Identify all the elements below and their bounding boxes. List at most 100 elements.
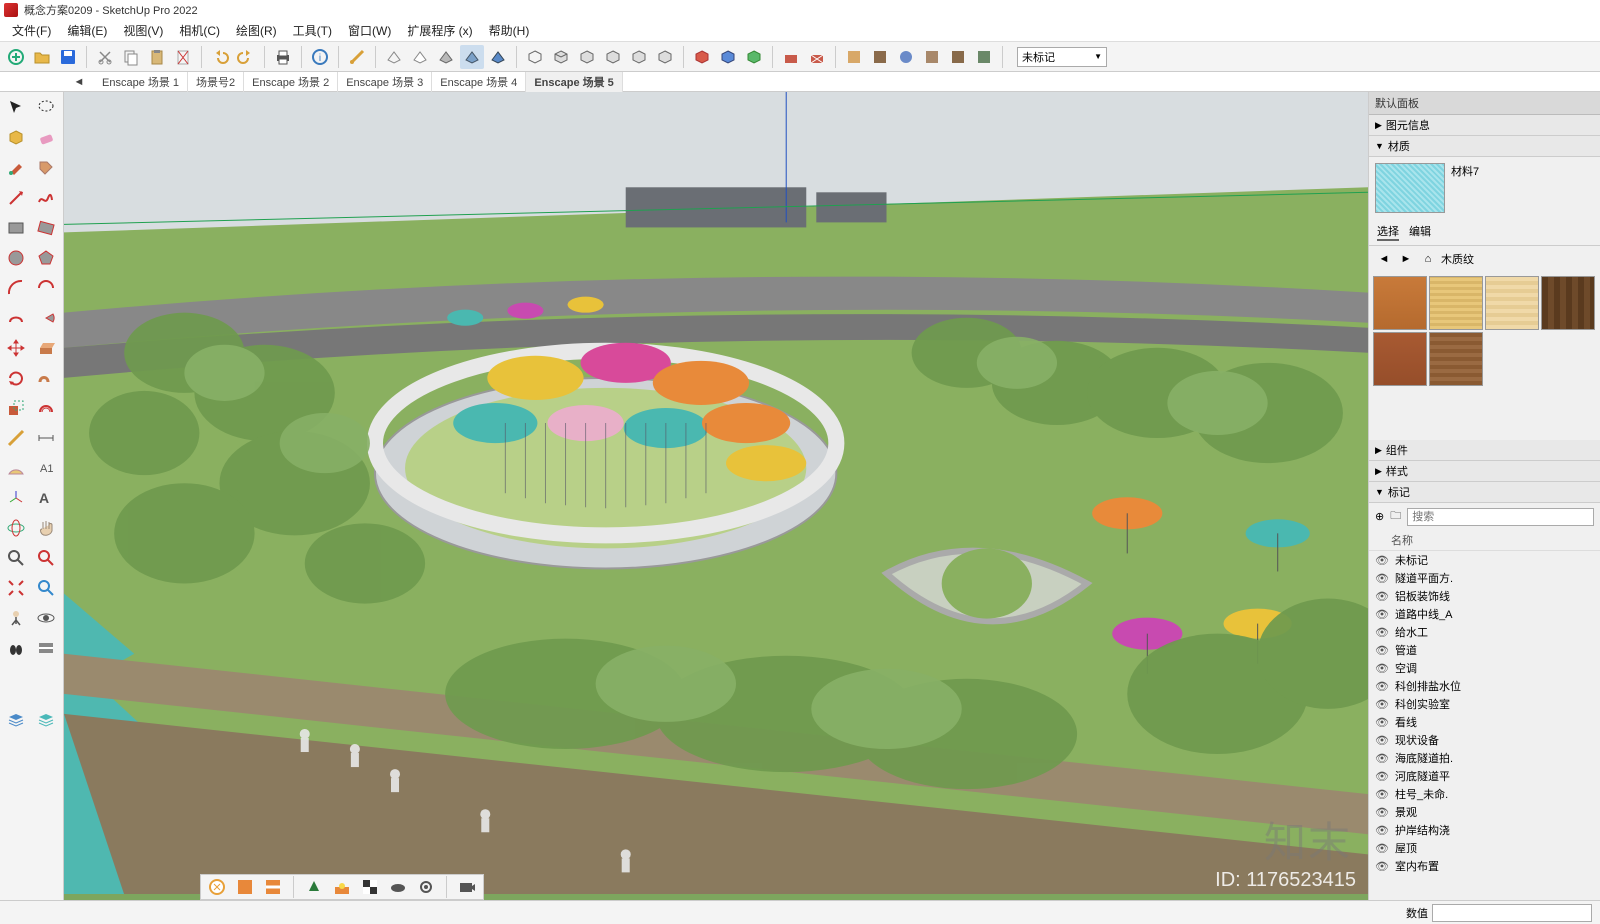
view-top-button[interactable]	[549, 45, 573, 69]
style-wireframe-button[interactable]	[382, 45, 406, 69]
material-tile[interactable]	[1373, 276, 1427, 330]
tag-tool[interactable]	[32, 154, 60, 182]
scene-tab-1[interactable]: Enscape 场景 1	[94, 72, 188, 92]
tag-row[interactable]: 👁给水工	[1369, 623, 1600, 641]
view-right-button[interactable]	[601, 45, 625, 69]
mat-category[interactable]: 木质纹	[1441, 251, 1594, 267]
3dtext-tool[interactable]: A	[32, 484, 60, 512]
tape-tool[interactable]	[2, 424, 30, 452]
polygon-tool[interactable]	[32, 244, 60, 272]
visibility-icon[interactable]: 👁	[1375, 734, 1389, 747]
text-tool[interactable]: A1	[32, 454, 60, 482]
tag-row[interactable]: 👁科创实验室	[1369, 695, 1600, 713]
ext-tree-icon[interactable]	[302, 875, 326, 899]
ext-camera-icon[interactable]	[455, 875, 479, 899]
mat-back-icon[interactable]: ◄	[1375, 250, 1393, 268]
scene-tab-5[interactable]: Enscape 场景 4	[432, 72, 526, 92]
ext-3-button[interactable]	[894, 45, 918, 69]
position-camera-tool[interactable]	[2, 604, 30, 632]
menu-extensions[interactable]: 扩展程序 (x)	[399, 20, 480, 41]
axes-tool[interactable]	[2, 484, 30, 512]
ext-gear-icon[interactable]	[414, 875, 438, 899]
style-shaded-textures-button[interactable]	[460, 45, 484, 69]
tag-row[interactable]: 👁铝板装饰线	[1369, 587, 1600, 605]
tag-row[interactable]: 👁空调	[1369, 659, 1600, 677]
enscape-icon[interactable]	[205, 875, 229, 899]
scene-prev-button[interactable]: ◄	[70, 74, 88, 90]
circle-tool[interactable]	[2, 244, 30, 272]
previous-view-tool[interactable]	[32, 574, 60, 602]
tag-row[interactable]: 👁室内布置	[1369, 857, 1600, 875]
ext-5-button[interactable]	[946, 45, 970, 69]
components-header[interactable]: ▶组件	[1369, 440, 1600, 461]
visibility-icon[interactable]: 👁	[1375, 806, 1389, 819]
select-tool[interactable]	[2, 94, 30, 122]
visibility-icon[interactable]: 👁	[1375, 788, 1389, 801]
menu-tools[interactable]: 工具(T)	[285, 20, 340, 41]
component-red-button[interactable]	[690, 45, 714, 69]
followme-tool[interactable]	[32, 364, 60, 392]
save-button[interactable]	[56, 45, 80, 69]
tag-row[interactable]: 👁科创排盐水位	[1369, 677, 1600, 695]
menu-edit[interactable]: 编辑(E)	[59, 20, 115, 41]
style-monochrome-button[interactable]	[486, 45, 510, 69]
undo-button[interactable]	[208, 45, 232, 69]
ext-1-button[interactable]	[842, 45, 866, 69]
entity-info-header[interactable]: ▶图元信息	[1369, 115, 1600, 136]
visibility-icon[interactable]: 👁	[1375, 770, 1389, 783]
ext-6-button[interactable]	[972, 45, 996, 69]
ext-sun-icon[interactable]	[330, 875, 354, 899]
tags-header[interactable]: ▼标记	[1369, 482, 1600, 503]
tag-row[interactable]: 👁未标记	[1369, 551, 1600, 569]
mat-fwd-icon[interactable]: ►	[1397, 250, 1415, 268]
view-back-button[interactable]	[627, 45, 651, 69]
tag-row[interactable]: 👁看线	[1369, 713, 1600, 731]
look-around-tool[interactable]	[32, 604, 60, 632]
protractor-tool[interactable]	[2, 454, 30, 482]
arc-tool[interactable]	[2, 274, 30, 302]
tag-folder-icon[interactable]: 🗀	[1390, 507, 1401, 526]
visibility-icon[interactable]: 👁	[1375, 608, 1389, 621]
dimension-tool[interactable]	[32, 424, 60, 452]
style-hidden-button[interactable]	[408, 45, 432, 69]
print-button[interactable]	[271, 45, 295, 69]
delete-button[interactable]	[171, 45, 195, 69]
section-tool[interactable]	[32, 634, 60, 662]
menu-file[interactable]: 文件(F)	[4, 20, 59, 41]
visibility-icon[interactable]: 👁	[1375, 824, 1389, 837]
walk-tool[interactable]	[2, 634, 30, 662]
visibility-icon[interactable]: 👁	[1375, 626, 1389, 639]
menu-camera[interactable]: 相机(C)	[171, 20, 228, 41]
tag-row[interactable]: 👁河底隧道平	[1369, 767, 1600, 785]
ext-orange-icon[interactable]	[233, 875, 257, 899]
scene-tab-3[interactable]: Enscape 场景 2	[244, 72, 338, 92]
line-tool[interactable]	[2, 184, 30, 212]
tag-col-name[interactable]: 名称	[1369, 530, 1600, 551]
ext-stripes-icon[interactable]	[261, 875, 285, 899]
tape-measure-button[interactable]	[345, 45, 369, 69]
visibility-icon[interactable]: 👁	[1375, 842, 1389, 855]
pushpull-tool[interactable]	[32, 334, 60, 362]
open-file-button[interactable]	[30, 45, 54, 69]
visibility-icon[interactable]: 👁	[1375, 644, 1389, 657]
tag-row[interactable]: 👁管道	[1369, 641, 1600, 659]
visibility-icon[interactable]: 👁	[1375, 662, 1389, 675]
pie-tool[interactable]	[32, 304, 60, 332]
paint-tool[interactable]	[2, 154, 30, 182]
ext-cloud-icon[interactable]	[386, 875, 410, 899]
visibility-icon[interactable]: 👁	[1375, 860, 1389, 873]
menu-draw[interactable]: 绘图(R)	[228, 20, 285, 41]
material-tile[interactable]	[1485, 276, 1539, 330]
menu-view[interactable]: 视图(V)	[115, 20, 171, 41]
material-tile[interactable]	[1429, 332, 1483, 386]
move-tool[interactable]	[2, 334, 30, 362]
mat-tab-select[interactable]: 选择	[1377, 223, 1399, 241]
zoom-tool[interactable]	[2, 544, 30, 572]
redo-button[interactable]	[234, 45, 258, 69]
arc2-tool[interactable]	[32, 274, 60, 302]
view-front-button[interactable]	[575, 45, 599, 69]
mat-home-icon[interactable]: ⌂	[1419, 250, 1437, 268]
ext-2-button[interactable]	[868, 45, 892, 69]
tag-row[interactable]: 👁景观	[1369, 803, 1600, 821]
orbit-tool[interactable]	[2, 514, 30, 542]
